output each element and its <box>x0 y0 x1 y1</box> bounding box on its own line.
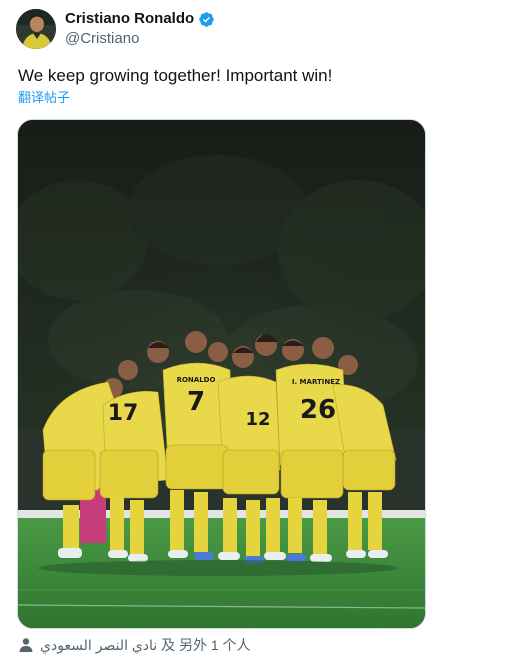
jersey-number-12: 12 <box>245 409 270 430</box>
tweet-text: We keep growing together! Important win! <box>18 66 333 85</box>
author-handle[interactable]: @Cristiano <box>65 30 139 48</box>
avatar[interactable] <box>16 9 56 49</box>
jersey-name-ronaldo: RONALDO <box>177 376 216 384</box>
translate-post-link[interactable]: 翻译帖子 <box>18 90 70 106</box>
team-huddle-photo: RONALDO 7 17 I. MARTINEZ 26 12 <box>18 120 425 628</box>
jersey-name-martinez: I. MARTINEZ <box>292 378 340 386</box>
jersey-number-17: 17 <box>108 401 139 426</box>
tagged-accounts[interactable]: نادي النصر السعودي 及 另外 1 个人 <box>18 636 251 654</box>
tweet: Cristiano Ronaldo @Cristiano We keep gro… <box>0 0 507 664</box>
tagged-accounts-label: نادي النصر السعودي 及 另外 1 个人 <box>40 637 251 653</box>
person-icon <box>18 637 34 653</box>
post-photo[interactable]: RONALDO 7 17 I. MARTINEZ 26 12 <box>17 119 426 629</box>
author-display-name[interactable]: Cristiano Ronaldo <box>65 10 194 28</box>
jersey-number-26: 26 <box>300 395 336 425</box>
author-name-row: Cristiano Ronaldo <box>65 10 215 28</box>
avatar-image <box>16 9 56 49</box>
verified-badge-icon <box>198 11 215 28</box>
jersey-number-7: 7 <box>187 387 205 417</box>
